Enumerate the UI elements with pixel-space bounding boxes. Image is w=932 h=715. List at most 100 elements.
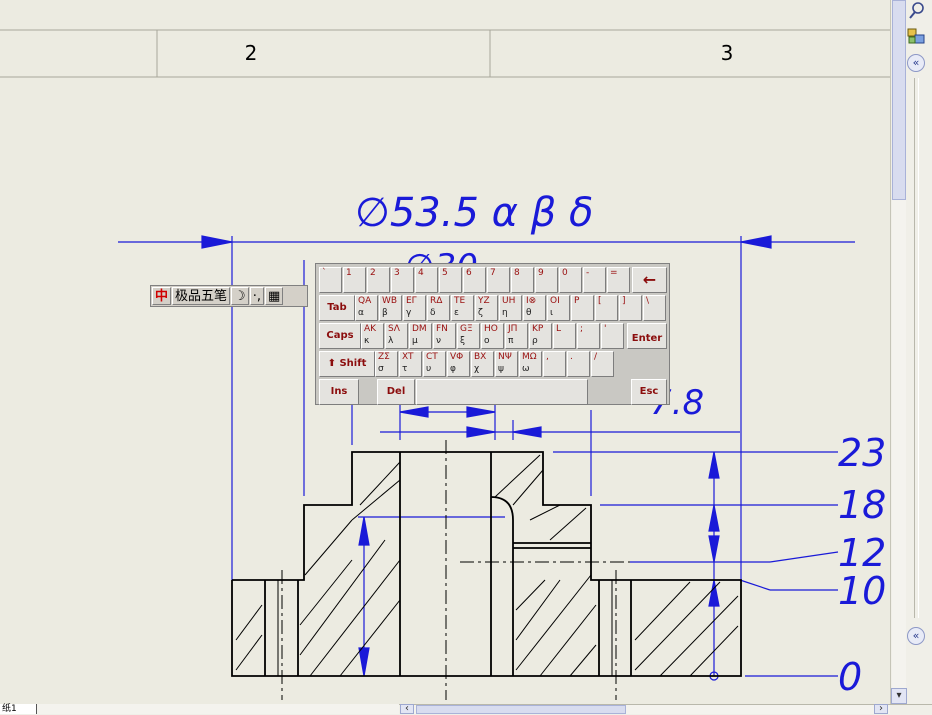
keyboard-key-lower: ζ xyxy=(478,308,483,318)
height-label-10: 10 xyxy=(838,569,886,613)
keyboard-key[interactable]: CT υ xyxy=(423,351,446,377)
backspace-key[interactable]: ← xyxy=(632,267,667,293)
keyboard-key[interactable]: KP ρ xyxy=(529,323,552,349)
keyboard-key-lower: σ xyxy=(378,364,384,374)
keyboard-key[interactable]: [ xyxy=(595,295,618,321)
keyboard-key[interactable]: TE ε xyxy=(451,295,474,321)
keyboard-key[interactable]: VΦ φ xyxy=(447,351,470,377)
keyboard-key[interactable]: / xyxy=(591,351,614,377)
keyboard-key[interactable]: JΠ π xyxy=(505,323,528,349)
collapse-panel-bottom-button[interactable]: « xyxy=(907,627,925,645)
scroll-left-button[interactable]: ‹ xyxy=(400,704,414,714)
keyboard-key[interactable]: QA α xyxy=(355,295,378,321)
keyboard-key[interactable]: 3 xyxy=(391,267,414,293)
keyboard-key-upper: 8 xyxy=(514,268,520,278)
keyboard-key-lower: φ xyxy=(450,364,456,374)
keyboard-key-upper: BX xyxy=(474,352,487,362)
keyboard-key[interactable]: 1 xyxy=(343,267,366,293)
keyboard-key[interactable]: ZΣ σ xyxy=(375,351,398,377)
keyboard-key[interactable]: XT τ xyxy=(399,351,422,377)
keyboard-key-upper: ' xyxy=(604,324,607,334)
keyboard-key[interactable]: \ xyxy=(643,295,666,321)
keyboard-key[interactable]: ` xyxy=(319,267,342,293)
keyboard-key[interactable]: P xyxy=(571,295,594,321)
keyboard-key[interactable]: SΛ λ xyxy=(385,323,408,349)
keyboard-key-lower: τ xyxy=(402,364,408,374)
keyboard-key-upper: ; xyxy=(580,324,584,334)
keyboard-key[interactable]: GΞ ξ xyxy=(457,323,480,349)
keyboard-key[interactable]: 7 xyxy=(487,267,510,293)
search-icon xyxy=(909,2,924,19)
ime-toolbar[interactable]: 中 极品五笔 ☽ ·, ▦ xyxy=(150,285,308,307)
keyboard-key[interactable]: I⊗ θ xyxy=(523,295,546,321)
chevron-down-icon: ▾ xyxy=(896,690,902,701)
keyboard-key[interactable]: . xyxy=(567,351,590,377)
panel-splitter[interactable] xyxy=(914,78,919,618)
keyboard-key[interactable]: 8 xyxy=(511,267,534,293)
ins-key[interactable]: Ins xyxy=(319,379,359,405)
ime-fullwidth-toggle[interactable]: ☽ xyxy=(231,287,249,305)
scroll-down-button[interactable]: ▾ xyxy=(891,688,907,704)
keyboard-key[interactable]: NΨ ψ xyxy=(495,351,518,377)
ime-softkeyboard-toggle[interactable]: ▦ xyxy=(264,287,284,305)
keyboard-key[interactable]: ; xyxy=(577,323,600,349)
keyboard-key[interactable]: YZ ζ xyxy=(475,295,498,321)
keyboard-key[interactable]: 4 xyxy=(415,267,438,293)
keyboard-key[interactable]: DM μ xyxy=(409,323,432,349)
del-key[interactable]: Del xyxy=(377,379,415,405)
keyboard-key[interactable]: 0 xyxy=(559,267,582,293)
keyboard-key[interactable]: 5 xyxy=(439,267,462,293)
shift-key[interactable]: ⬆ Shift xyxy=(319,351,375,377)
collapse-panel-top-button[interactable]: « xyxy=(907,54,925,72)
keyboard-key-upper: UH xyxy=(502,296,516,306)
layers-button[interactable] xyxy=(906,26,926,46)
keyboard-key-upper: HO xyxy=(484,324,498,334)
keyboard-key[interactable]: WB β xyxy=(379,295,402,321)
ime-mode-logo[interactable]: 中 xyxy=(152,287,172,305)
keyboard-key[interactable]: ' xyxy=(601,323,624,349)
keyboard-key[interactable]: MΩ ω xyxy=(519,351,542,377)
keyboard-key[interactable]: , xyxy=(543,351,566,377)
tab-key[interactable]: Tab xyxy=(319,295,355,321)
keyboard-key[interactable]: = xyxy=(607,267,630,293)
enter-key[interactable]: Enter xyxy=(627,323,667,349)
keyboard-key-upper: . xyxy=(570,352,573,362)
esc-key[interactable]: Esc xyxy=(631,379,667,405)
keyboard-key-lower: μ xyxy=(412,336,418,346)
search-button[interactable] xyxy=(906,0,926,20)
height-label-18: 18 xyxy=(838,483,886,527)
keyboard-key-lower: ι xyxy=(550,308,554,318)
keyboard-key[interactable]: UH η xyxy=(499,295,522,321)
keyboard-key-upper: KP xyxy=(532,324,544,334)
keyboard-key[interactable]: OI ι xyxy=(547,295,570,321)
caps-key[interactable]: Caps xyxy=(319,323,361,349)
keyboard-key[interactable]: RΔ δ xyxy=(427,295,450,321)
keyboard-key[interactable]: - xyxy=(583,267,606,293)
keyboard-key[interactable]: HO ο xyxy=(481,323,504,349)
double-chevron-left-icon: « xyxy=(912,629,920,642)
keyboard-key[interactable]: ] xyxy=(619,295,642,321)
keyboard-key[interactable]: L xyxy=(553,323,576,349)
vertical-scrollbar-thumb[interactable] xyxy=(892,0,906,200)
keyboard-key[interactable]: AK κ xyxy=(361,323,384,349)
keyboard-key-upper: AK xyxy=(364,324,377,334)
keyboard-key[interactable]: BX χ xyxy=(471,351,494,377)
ime-punctuation-toggle[interactable]: ·, xyxy=(249,287,264,305)
double-chevron-left-icon: « xyxy=(912,56,920,69)
sheet-tab[interactable]: 纸1 xyxy=(0,704,36,714)
keyboard-key-upper: ` xyxy=(322,268,327,278)
keyboard-key-upper: DM xyxy=(412,324,427,334)
keyboard-key[interactable]: EΓ γ xyxy=(403,295,426,321)
height-label-23: 23 xyxy=(838,431,886,475)
section-hatching xyxy=(235,454,739,677)
horizontal-scrollbar-thumb[interactable] xyxy=(416,705,626,714)
keyboard-key[interactable]: FN ν xyxy=(433,323,456,349)
keyboard-key-upper: YZ xyxy=(478,296,490,306)
keyboard-key[interactable]: 9 xyxy=(535,267,558,293)
keyboard-key-upper: GΞ xyxy=(460,324,473,334)
ime-name[interactable]: 极品五笔 xyxy=(172,287,231,305)
keyboard-key[interactable]: 2 xyxy=(367,267,390,293)
space-key[interactable] xyxy=(416,379,588,405)
scroll-right-button[interactable]: › xyxy=(874,704,888,714)
keyboard-key[interactable]: 6 xyxy=(463,267,486,293)
